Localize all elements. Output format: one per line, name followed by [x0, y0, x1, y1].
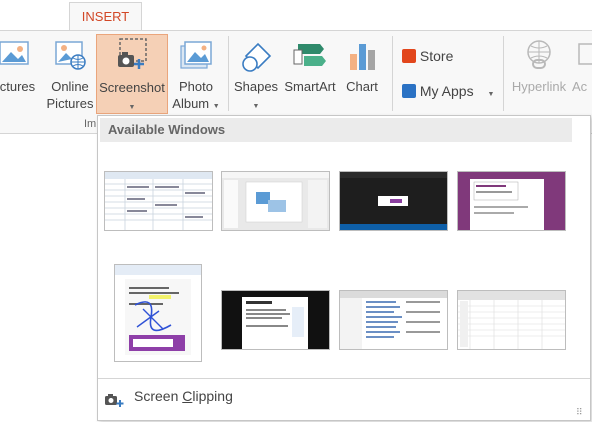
webpage-window [222, 291, 329, 349]
dark-window [340, 172, 447, 230]
my-apps-label: My Apps [419, 83, 474, 99]
ribbon-separator [228, 36, 229, 111]
resize-grip-icon[interactable]: ⠿ [576, 407, 583, 418]
action-icon [578, 43, 592, 65]
window-thumbnail[interactable] [457, 290, 566, 350]
screen-clipping-icon [104, 392, 124, 413]
photo-album-icon [180, 41, 212, 69]
chart-button[interactable]: Chart [340, 36, 384, 114]
powerpoint-window [222, 172, 329, 230]
my-apps-button[interactable]: My Apps ▼ [402, 83, 494, 99]
chart-label: Chart [346, 79, 378, 94]
store-label: Store [419, 48, 454, 64]
smartart-button[interactable]: SmartArt [282, 36, 338, 114]
screen-clipping-label-post: lipping [192, 388, 233, 404]
pictures-button[interactable]: ictures [0, 36, 40, 114]
spreadsheet-window [458, 291, 565, 349]
window-thumbnail[interactable] [221, 290, 330, 350]
window-thumbnail[interactable] [339, 290, 448, 350]
chevron-down-icon: ▼ [128, 104, 136, 111]
store-icon [402, 49, 416, 63]
screen-clipping-accelerator: C [182, 388, 193, 404]
screen-clipping-label-pre: Screen [134, 388, 183, 404]
action-label: Ac [572, 79, 588, 94]
pictures-icon [0, 41, 29, 65]
photo-album-button[interactable]: Photo Album ▼ [168, 36, 224, 114]
chevron-down-icon: ▼ [487, 91, 495, 98]
available-windows-header: Available Windows [100, 118, 572, 142]
screenshot-button[interactable]: Screenshot ▼ [96, 34, 168, 114]
shapes-icon [242, 42, 272, 72]
photo-album-label: Photo Album ▼ [172, 79, 220, 111]
action-button[interactable]: Ac [572, 36, 592, 114]
hyperlink-icon [527, 40, 551, 69]
window-thumbnail[interactable] [114, 264, 202, 362]
hyperlink-button[interactable]: Hyperlink [508, 36, 570, 114]
screenshot-icon [118, 38, 147, 69]
paint-window [115, 265, 201, 361]
dropdown-separator [98, 378, 590, 379]
pictures-label: ictures [0, 79, 36, 94]
smartart-label: SmartArt [284, 79, 336, 94]
onenote-window [458, 172, 565, 230]
tab-insert[interactable]: INSERT [69, 2, 142, 31]
window-thumbnail[interactable] [339, 171, 448, 231]
online-pictures-button[interactable]: Online Pictures [44, 36, 96, 114]
store-button[interactable]: Store [402, 48, 453, 64]
ribbon-separator [503, 36, 504, 111]
online-pictures-label: Online Pictures [46, 79, 94, 111]
window-thumbnail[interactable] [104, 171, 213, 231]
window-thumbnail[interactable] [221, 171, 330, 231]
chevron-down-icon: ▼ [212, 103, 220, 110]
chevron-down-icon: ▼ [252, 103, 260, 110]
excel-sheet-window [105, 172, 212, 230]
ribbon-separator [392, 36, 393, 111]
online-pictures-icon [55, 41, 86, 70]
my-apps-icon [402, 84, 416, 98]
smartart-icon [293, 44, 326, 66]
file-explorer-window [340, 291, 447, 349]
screenshot-dropdown: Available Windows Screen Clipping ⠿ [97, 115, 591, 421]
chart-icon [350, 44, 375, 70]
hyperlink-label: Hyperlink [511, 79, 567, 94]
shapes-label: Shapes ▼ [233, 79, 279, 110]
group-label-images: Im [84, 118, 97, 130]
shapes-button[interactable]: Shapes ▼ [232, 36, 280, 114]
window-thumbnail[interactable] [457, 171, 566, 231]
screenshot-label: Screenshot ▼ [99, 80, 165, 111]
screen-clipping-button[interactable]: Screen Clipping [134, 388, 233, 404]
